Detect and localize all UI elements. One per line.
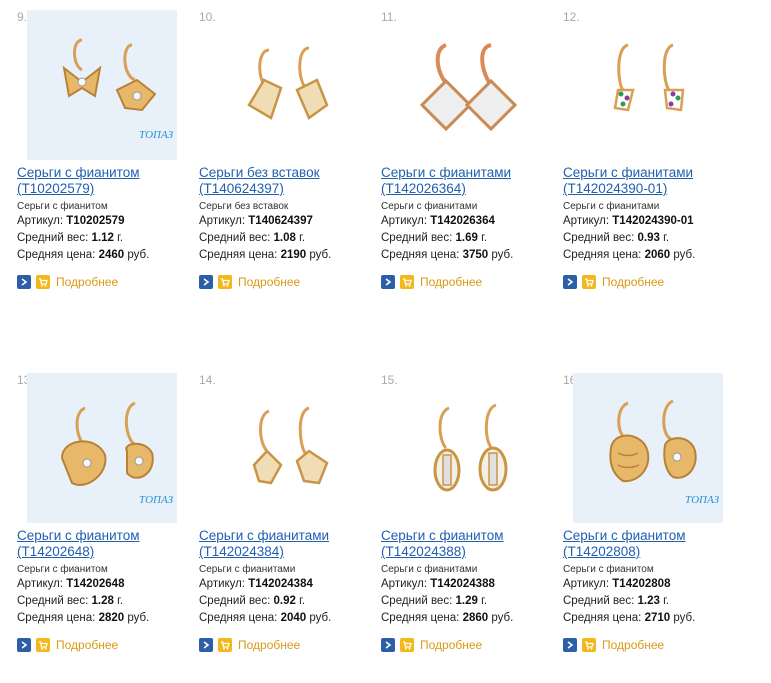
details-link[interactable]: Подробнее (420, 275, 482, 289)
product-title-link[interactable]: Серьги с фианитом (Т14202808) (563, 528, 738, 560)
product-title-link[interactable]: Серьги с фианитами (Т142024384) (199, 528, 374, 560)
price-row: Средняя цена: 2860 руб. (381, 612, 514, 624)
product-card: 10. Серьги без вставок (Т140624397) Серь… (199, 10, 374, 295)
price-row: Средняя цена: 2040 руб. (199, 612, 332, 624)
article-row: Артикул: Т142024384 (199, 578, 313, 590)
product-category: Серьги без вставок (199, 201, 289, 212)
product-category: Серьги с фианитами (381, 201, 478, 212)
product-title-link[interactable]: Серьги без вставок (Т140624397) (199, 165, 374, 197)
article-row: Артикул: Т142024390-01 (563, 215, 694, 227)
product-photo[interactable] (209, 373, 359, 523)
article-row: Артикул: Т14202648 (17, 578, 125, 590)
weight-row: Средний вес: 1.23 г. (563, 595, 670, 607)
price-row: Средняя цена: 2710 руб. (563, 612, 696, 624)
arrow-right-icon[interactable] (563, 638, 577, 652)
product-category: Серьги с фианитами (563, 201, 660, 212)
details-link[interactable]: Подробнее (602, 275, 664, 289)
cart-icon[interactable] (582, 275, 596, 289)
details-link[interactable]: Подробнее (420, 638, 482, 652)
details-link[interactable]: Подробнее (602, 638, 664, 652)
cart-icon[interactable] (218, 275, 232, 289)
arrow-right-icon[interactable] (381, 638, 395, 652)
product-card: 11. Серьги с фианитами (Т142026364) Серь… (381, 10, 556, 295)
product-title-link[interactable]: Серьги с фианитом (Т10202579) (17, 165, 192, 197)
product-actions: Подробнее (199, 637, 300, 653)
price-row: Средняя цена: 3750 руб. (381, 249, 514, 261)
weight-row: Средний вес: 0.93 г. (563, 232, 670, 244)
product-card: 13. ТОПАЗ Серьги с фианитом (Т14202648) … (17, 373, 192, 658)
cart-icon[interactable] (400, 638, 414, 652)
cart-icon[interactable] (218, 638, 232, 652)
product-title-link[interactable]: Серьги с фианитом (Т142024388) (381, 528, 556, 560)
product-card: 14. Серьги с фианитами (Т142024384) Серь… (199, 373, 374, 658)
article-row: Артикул: Т140624397 (199, 215, 313, 227)
product-category: Серьги с фианитами (381, 564, 478, 575)
details-link[interactable]: Подробнее (238, 275, 300, 289)
article-row: Артикул: Т10202579 (17, 215, 125, 227)
product-grid: 9. ТОПАЗ Серьги с фианитом (Т10202579) С… (0, 0, 771, 683)
cart-icon[interactable] (36, 275, 50, 289)
arrow-right-icon[interactable] (199, 275, 213, 289)
product-actions: Подробнее (381, 637, 482, 653)
product-photo[interactable] (391, 373, 541, 523)
product-photo[interactable] (209, 10, 359, 160)
product-actions: Подробнее (17, 637, 118, 653)
cart-icon[interactable] (400, 275, 414, 289)
arrow-right-icon[interactable] (17, 638, 31, 652)
article-row: Артикул: Т14202808 (563, 578, 671, 590)
product-number: 9. (17, 10, 28, 24)
weight-row: Средний вес: 0.92 г. (199, 595, 306, 607)
product-category: Серьги с фианитом (17, 564, 108, 575)
details-link[interactable]: Подробнее (56, 275, 118, 289)
product-photo[interactable]: ТОПАЗ (27, 10, 177, 160)
product-actions: Подробнее (563, 274, 664, 290)
product-card: 15. Серьги с фианитом (Т142024388) Серьг… (381, 373, 556, 658)
price-row: Средняя цена: 2460 руб. (17, 249, 150, 261)
price-row: Средняя цена: 2060 руб. (563, 249, 696, 261)
arrow-right-icon[interactable] (381, 275, 395, 289)
product-actions: Подробнее (563, 637, 664, 653)
weight-row: Средний вес: 1.69 г. (381, 232, 488, 244)
product-photo[interactable] (391, 10, 541, 160)
product-card: 9. ТОПАЗ Серьги с фианитом (Т10202579) С… (17, 10, 192, 295)
product-card: 16. ТОПАЗ Серьги с фианитом (Т14202808) … (563, 373, 738, 658)
product-actions: Подробнее (199, 274, 300, 290)
product-category: Серьги с фианитом (563, 564, 654, 575)
weight-row: Средний вес: 1.08 г. (199, 232, 306, 244)
arrow-right-icon[interactable] (199, 638, 213, 652)
product-photo[interactable] (573, 10, 723, 160)
product-category: Серьги с фианитом (17, 201, 108, 212)
cart-icon[interactable] (36, 638, 50, 652)
cart-icon[interactable] (582, 638, 596, 652)
product-title-link[interactable]: Серьги с фианитами (Т142024390-01) (563, 165, 738, 197)
weight-row: Средний вес: 1.28 г. (17, 595, 124, 607)
brand-watermark: ТОПАЗ (139, 494, 174, 506)
brand-watermark: ТОПАЗ (139, 129, 174, 141)
article-row: Артикул: Т142024388 (381, 578, 495, 590)
product-title-link[interactable]: Серьги с фианитами (Т142026364) (381, 165, 556, 197)
weight-row: Средний вес: 1.29 г. (381, 595, 488, 607)
brand-watermark: ТОПАЗ (685, 494, 720, 506)
article-row: Артикул: Т142026364 (381, 215, 495, 227)
details-link[interactable]: Подробнее (238, 638, 300, 652)
product-actions: Подробнее (381, 274, 482, 290)
product-photo[interactable]: ТОПАЗ (27, 373, 177, 523)
weight-row: Средний вес: 1.12 г. (17, 232, 124, 244)
product-category: Серьги с фианитами (199, 564, 296, 575)
product-photo[interactable]: ТОПАЗ (573, 373, 723, 523)
product-title-link[interactable]: Серьги с фианитом (Т14202648) (17, 528, 192, 560)
product-actions: Подробнее (17, 274, 118, 290)
price-row: Средняя цена: 2190 руб. (199, 249, 332, 261)
price-row: Средняя цена: 2820 руб. (17, 612, 150, 624)
arrow-right-icon[interactable] (17, 275, 31, 289)
product-card: 12. Серьги с фианитами (Т142024390-01) С… (563, 10, 738, 295)
details-link[interactable]: Подробнее (56, 638, 118, 652)
arrow-right-icon[interactable] (563, 275, 577, 289)
